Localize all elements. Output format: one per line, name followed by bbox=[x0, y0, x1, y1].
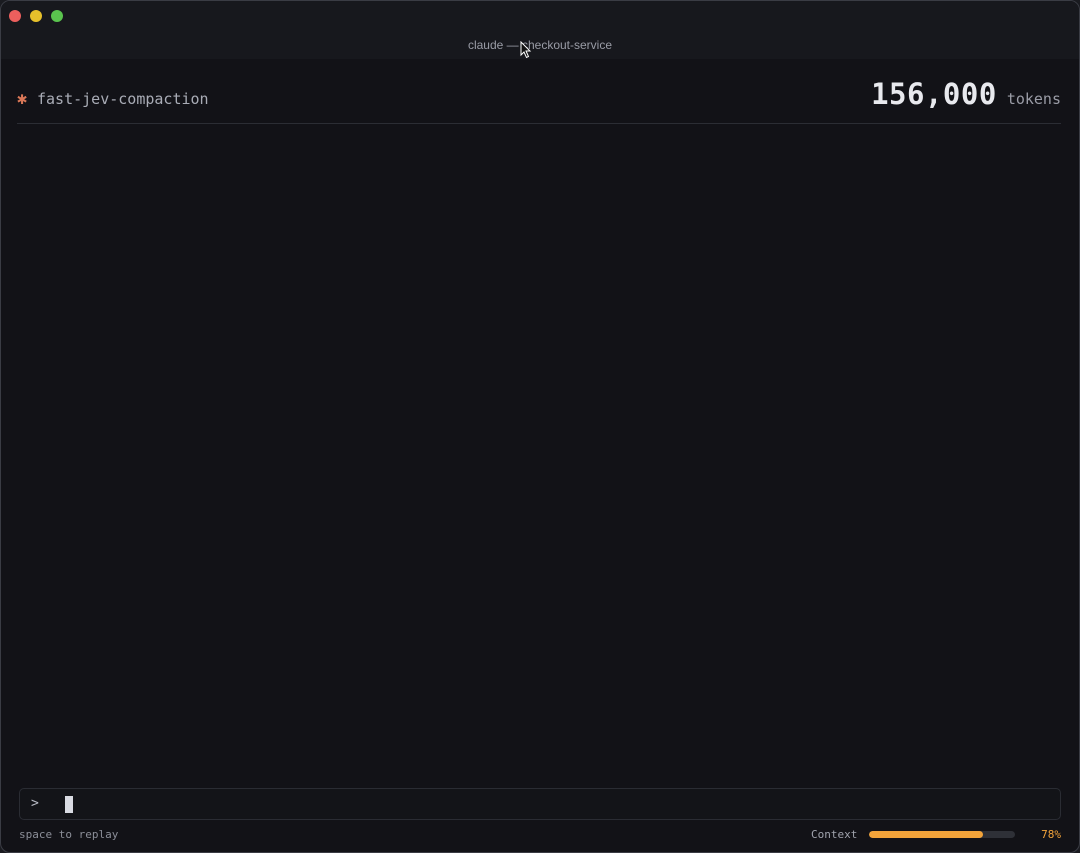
prompt-input[interactable]: > bbox=[19, 788, 1061, 820]
window-title: claude — checkout-service bbox=[467, 38, 613, 52]
token-counter: 156,000 tokens bbox=[871, 77, 1061, 111]
session-name: fast-jev-compaction bbox=[37, 90, 209, 108]
zoom-window-button[interactable] bbox=[51, 10, 63, 22]
asterisk-icon: ✱ bbox=[17, 89, 28, 109]
minimize-window-button[interactable] bbox=[30, 10, 42, 22]
prompt-symbol: > bbox=[31, 796, 39, 811]
context-progress-fill bbox=[869, 831, 983, 838]
session-header: ✱ fast-jev-compaction 156,000 tokens bbox=[17, 71, 1061, 124]
context-label: Context bbox=[811, 828, 858, 841]
terminal-window: claude — checkout-service ✱ fast-jev-com… bbox=[0, 0, 1080, 853]
close-window-button[interactable] bbox=[9, 10, 21, 22]
token-unit: tokens bbox=[1006, 90, 1061, 108]
text-cursor bbox=[65, 796, 73, 813]
mouse-pointer-icon bbox=[520, 41, 532, 59]
context-progress-bar bbox=[869, 831, 1015, 838]
title-bar: claude — checkout-service bbox=[1, 1, 1079, 59]
token-count: 156,000 bbox=[871, 77, 997, 111]
context-percent: 78% bbox=[1041, 828, 1061, 841]
replay-hint: space to replay bbox=[19, 828, 119, 841]
